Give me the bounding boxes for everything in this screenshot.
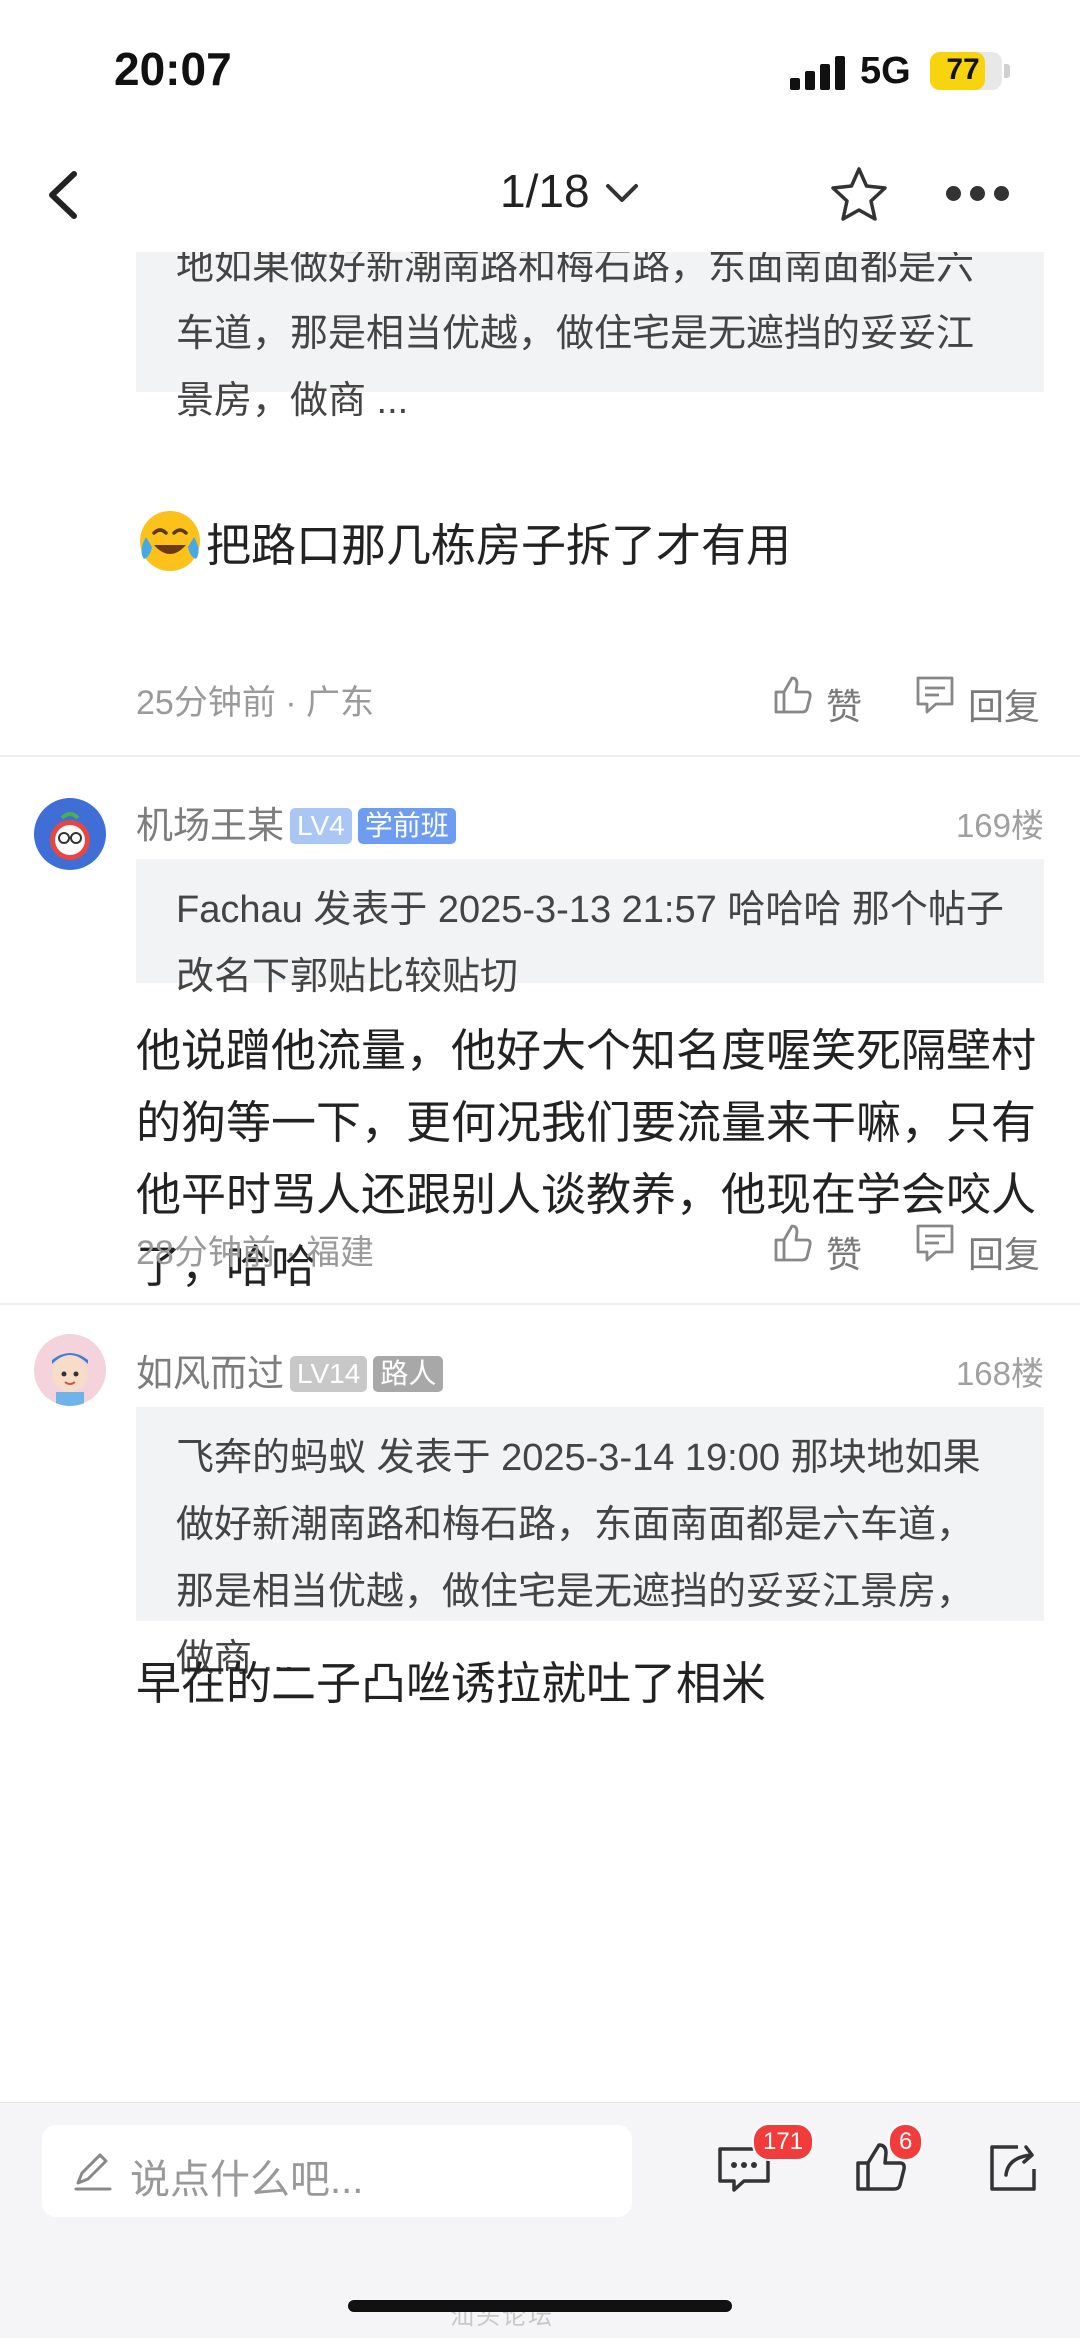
like-label: 赞 — [826, 1234, 863, 1275]
status-time: 20:07 — [114, 43, 232, 95]
quoted-post[interactable]: 地如果做好新潮南路和梅石路，东面南面都是六车道，那是相当优越，做住宅是无遮挡的妥… — [136, 252, 1044, 422]
back-arrow-icon[interactable] — [36, 160, 96, 230]
comment-text: 早在的二子凸咝诱拉就吐了相米 — [136, 1658, 767, 1709]
pen-icon — [74, 2153, 112, 2191]
comment-list: 地如果做好新潮南路和梅石路，东面南面都是六车道，那是相当优越，做住宅是无遮挡的妥… — [0, 252, 1080, 2102]
comment-count-badge: 171 — [752, 2123, 815, 2161]
like-label: 赞 — [826, 686, 863, 727]
divider — [0, 1303, 1080, 1305]
comment-text: 把路口那几栋房子拆了才有用 — [136, 507, 1016, 582]
title-badge: 学前班 — [357, 808, 456, 844]
quoted-post[interactable]: 飞奔的蚂蚁 发表于 2025-3-14 19:00 那块地如果做好新潮南路和梅石… — [136, 1407, 1044, 1680]
username-text: 如风而过 — [136, 1353, 284, 1394]
comment-icon — [916, 1224, 954, 1262]
share-icon — [990, 2145, 1036, 2191]
top-nav: 1/18 — [0, 140, 1080, 252]
star-icon[interactable] — [828, 164, 890, 226]
floor-number: 168楼 — [955, 1355, 1044, 1392]
floor-number: 169楼 — [955, 807, 1044, 844]
more-dots-icon[interactable] — [946, 186, 1056, 210]
comment-meta: 25分钟前 · 广东 — [136, 684, 375, 722]
username-text: 机场王某 — [136, 805, 284, 846]
avatar[interactable] — [34, 798, 106, 870]
username[interactable]: 如风而过 LV14 路人 — [136, 1343, 444, 1397]
reply-label: 回复 — [968, 1234, 1041, 1275]
comment-input[interactable]: 说点什么吧... — [42, 2125, 632, 2217]
reply-label: 回复 — [968, 686, 1041, 727]
thumbs-up-icon — [774, 1224, 812, 1262]
comment-meta: 28分钟前 · 福建 — [136, 1234, 375, 1272]
chevron-down-icon[interactable] — [598, 170, 646, 218]
status-bar: 20:07 5G 77 — [0, 0, 1080, 140]
level-badge: LV14 — [290, 1356, 368, 1392]
battery-icon: 77 — [930, 52, 1010, 90]
network-type: 5G — [860, 50, 911, 92]
level-badge: LV4 — [290, 808, 352, 844]
divider — [0, 755, 1080, 757]
comment-icon — [916, 676, 954, 714]
comment-body: 把路口那几栋房子拆了才有用 — [206, 520, 792, 571]
battery-level: 77 — [946, 53, 980, 86]
title-badge: 路人 — [373, 1356, 444, 1392]
crying-laughing-face-icon — [140, 511, 200, 571]
comment-placeholder: 说点什么吧... — [130, 2158, 364, 2202]
avatar[interactable] — [34, 1334, 106, 1406]
quoted-post[interactable]: Fachau 发表于 2025-3-13 21:57 哈哈哈 那个帖子改名下郭贴… — [136, 859, 1044, 998]
like-count-badge: 6 — [888, 2123, 924, 2161]
home-indicator[interactable] — [348, 2300, 732, 2312]
share-button[interactable] — [982, 2135, 1046, 2199]
comments-button[interactable]: 171 — [712, 2123, 815, 2199]
page-indicator[interactable]: 1/18 — [500, 164, 590, 218]
signal-icon — [790, 56, 846, 90]
username[interactable]: 机场王某 LV4 学前班 — [136, 795, 456, 849]
thumbs-up-icon — [774, 676, 812, 714]
like-post-button[interactable]: 6 — [850, 2123, 924, 2199]
